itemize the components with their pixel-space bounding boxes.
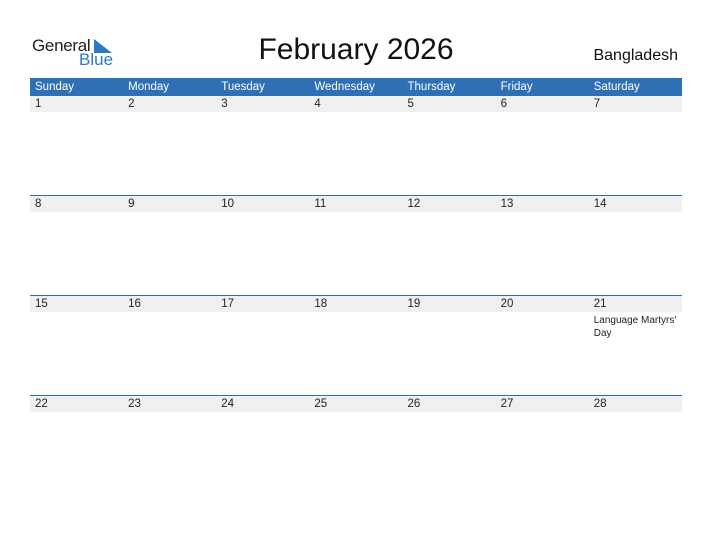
holiday-strip	[30, 412, 682, 414]
day-number: 4	[314, 98, 321, 110]
day-number: 23	[128, 398, 141, 410]
holiday-label	[403, 412, 496, 414]
weekday-label: Wednesday	[314, 81, 375, 93]
holiday-label	[496, 412, 589, 414]
holiday-label: Language Martyrs' Day	[593, 315, 677, 339]
day-number: 27	[500, 398, 514, 410]
day-number: 20	[500, 298, 514, 310]
week-row: 15 16 17 18 19 20 21 Language Martyrs' Day	[30, 295, 682, 395]
holiday-strip	[30, 112, 682, 114]
holiday-label	[309, 412, 402, 414]
day-number: 22	[35, 398, 48, 410]
holiday-label	[309, 312, 402, 340]
day-number-strip: 15 16 17 18 19 20 21	[30, 296, 682, 312]
holiday-label	[30, 212, 123, 214]
holiday-label	[123, 112, 216, 114]
day-number: 25	[314, 398, 328, 410]
day-number-strip: 1 2 3 4 5 6 7	[30, 96, 682, 112]
day-number: 17	[221, 298, 235, 310]
holiday-label	[403, 212, 496, 214]
holiday-strip: Language Martyrs' Day	[30, 312, 682, 340]
day-number: 26	[407, 398, 421, 410]
holiday-label	[30, 312, 123, 340]
day-number: 28	[593, 398, 607, 410]
day-number: 16	[128, 298, 141, 310]
holiday-label	[30, 112, 123, 114]
weekday-label: Monday	[128, 81, 170, 93]
holiday-label	[309, 212, 402, 214]
holiday-label	[123, 412, 216, 414]
holiday-label	[589, 112, 682, 114]
day-number: 15	[35, 298, 48, 310]
calendar: Sunday Monday Tuesday Wednesday Thursday…	[30, 78, 682, 495]
day-number: 6	[500, 98, 508, 110]
day-number: 9	[128, 198, 135, 210]
day-number: 5	[407, 98, 414, 110]
day-number: 8	[35, 198, 42, 210]
day-number: 19	[407, 298, 421, 310]
day-number-strip: 22 23 24 25 26 27 28	[30, 396, 682, 412]
holiday-label	[216, 112, 309, 114]
day-number: 1	[35, 98, 42, 110]
holiday-label	[123, 312, 216, 340]
weekday-header: Sunday Monday Tuesday Wednesday Thursday…	[30, 78, 682, 96]
day-number: 7	[593, 98, 601, 110]
holiday-label	[123, 212, 216, 214]
country-label: Bangladesh	[593, 47, 678, 64]
weekday-label: Friday	[500, 81, 533, 93]
weekday-label: Thursday	[407, 81, 456, 93]
week-row: 22 23 24 25 26 27 28	[30, 395, 682, 495]
holiday-label	[589, 412, 682, 414]
day-number-strip: 8 9 10 11 12 13 14	[30, 196, 682, 212]
holiday-label	[309, 112, 402, 114]
holiday-label	[216, 212, 309, 214]
day-number: 11	[314, 198, 327, 210]
weekday-label: Sunday	[35, 81, 75, 93]
day-number: 2	[128, 98, 135, 110]
holiday-label	[216, 412, 309, 414]
week-row: 8 9 10 11 12 13 14	[30, 195, 682, 295]
holiday-label	[589, 212, 682, 214]
day-number: 18	[314, 298, 328, 310]
day-number: 14	[593, 198, 607, 210]
holiday-label	[403, 112, 496, 114]
day-number: 3	[221, 98, 228, 110]
holiday-label	[496, 312, 589, 340]
day-number: 10	[221, 198, 235, 210]
holiday-label	[496, 212, 589, 214]
weekday-label: Tuesday	[221, 81, 265, 93]
holiday-strip	[30, 212, 682, 214]
day-number: 12	[407, 198, 421, 210]
week-row: 1 2 3 4 5 6 7	[30, 96, 682, 195]
day-number: 13	[500, 198, 514, 210]
weekday-label: Saturday	[593, 81, 640, 93]
holiday-label	[496, 112, 589, 114]
day-number: 21	[593, 298, 607, 310]
day-number: 24	[221, 398, 235, 410]
holiday-label	[403, 312, 496, 340]
holiday-label	[216, 312, 309, 340]
holiday-label	[30, 412, 123, 414]
